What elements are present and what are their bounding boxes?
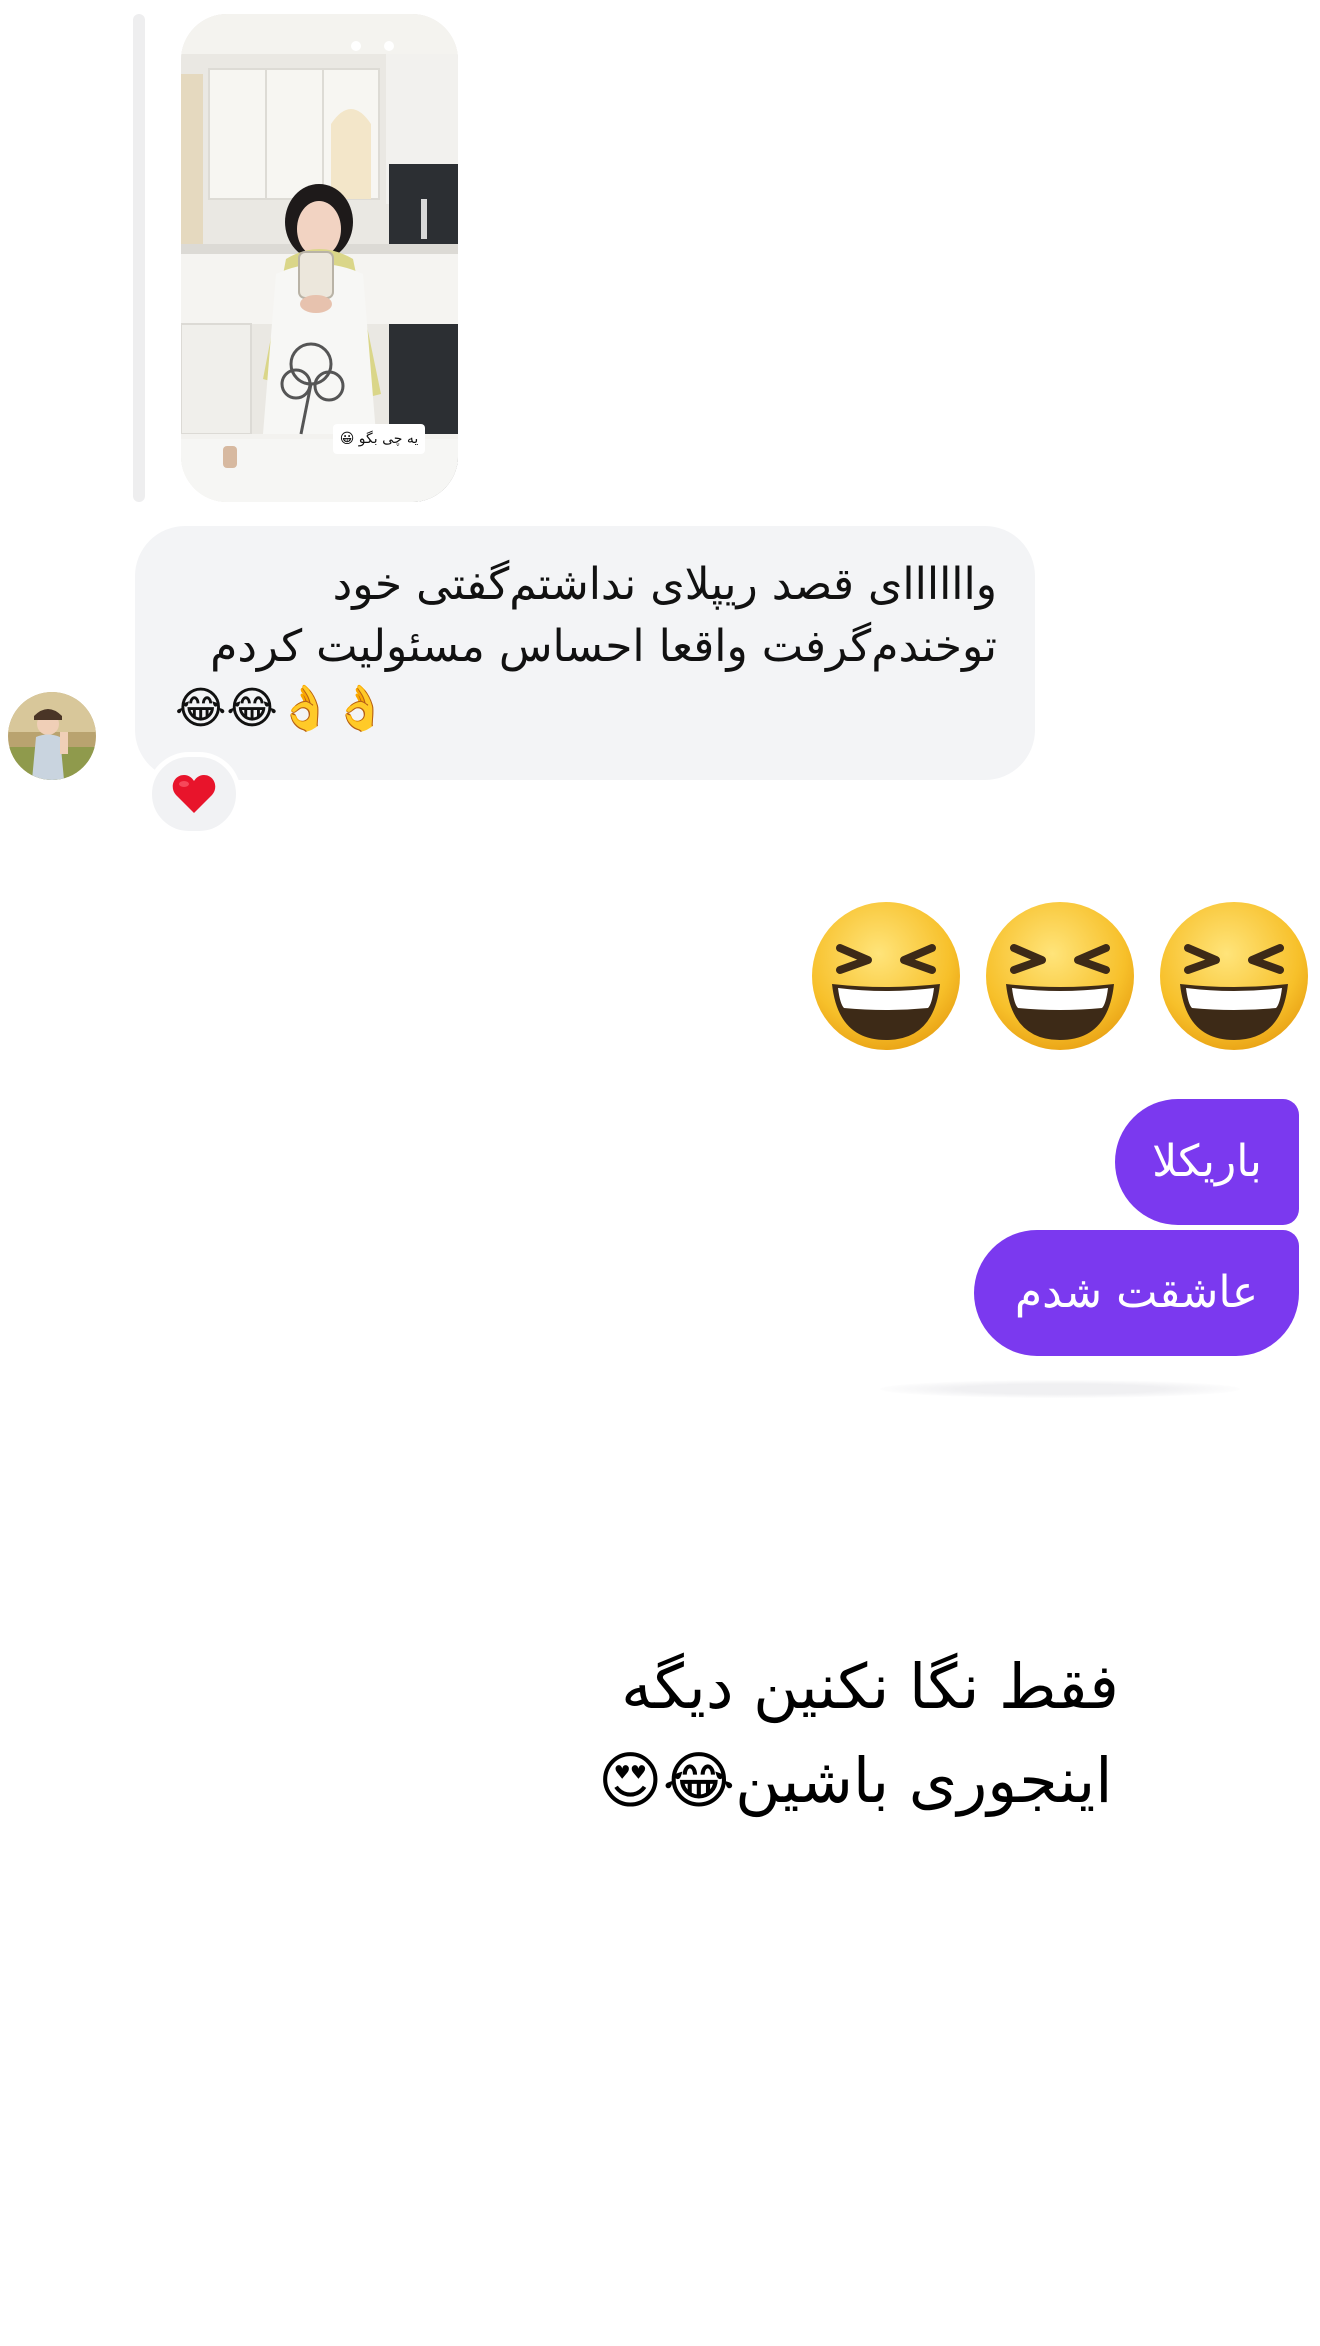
reaction-badge[interactable] (147, 752, 241, 836)
laughing-face-icon (812, 902, 960, 1050)
caption-line-1: فقط نگا نکنین دیگه (621, 1650, 1119, 1723)
caption-line-2: اینجوری باشین😂😍 (598, 1744, 1113, 1817)
outgoing-message-bubble[interactable]: عاشقت شدم (974, 1230, 1299, 1356)
story-question-sticker: یه چی بگو 😀 (333, 424, 425, 454)
big-emoji-message[interactable] (810, 900, 1310, 1052)
incoming-message-emoji-line: 😂😂👌👌 (175, 683, 388, 734)
laughing-face-icon (1160, 902, 1308, 1050)
story-reply-thumbnail[interactable]: یه چی بگو 😀 (181, 14, 458, 502)
reply-indicator-bar (133, 14, 145, 502)
message-divider (880, 1380, 1240, 1398)
sender-avatar[interactable] (8, 692, 96, 780)
incoming-message-line-1: واااااای قصد ریپلای نداشتم‌گفتی خود (332, 559, 997, 610)
outgoing-message-bubble[interactable]: باریکلا (1115, 1099, 1299, 1225)
laughing-face-icon (986, 902, 1134, 1050)
overlay-caption: فقط نگا نکنین دیگه اینجوری باشین😂😍 (560, 1640, 1180, 1828)
avatar-photo (8, 692, 96, 780)
incoming-message-line-2: توخندم‌گرفت واقعا احساس مسئولیت کردم (210, 621, 997, 672)
incoming-message-bubble[interactable]: واااااای قصد ریپلای نداشتم‌گفتی خود توخن… (135, 526, 1035, 780)
heart-icon (172, 775, 216, 813)
